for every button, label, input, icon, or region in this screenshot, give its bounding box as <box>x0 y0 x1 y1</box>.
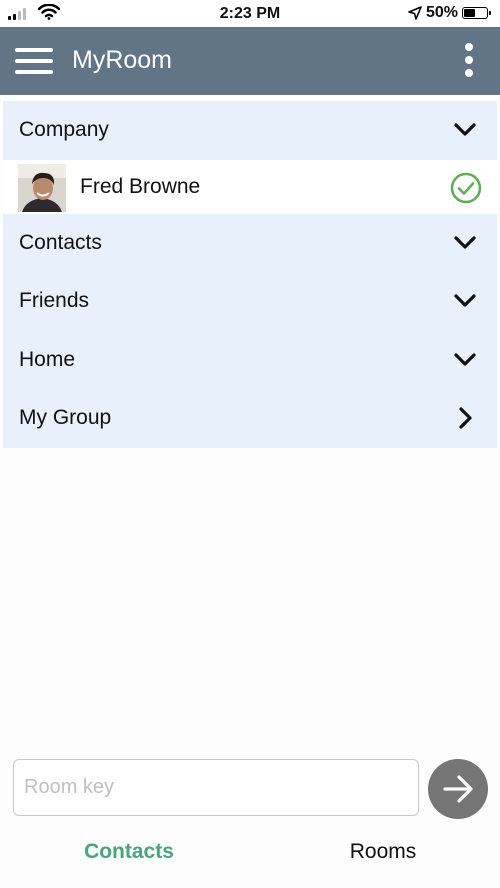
more-vertical-icon[interactable] <box>464 43 474 79</box>
status-bar: 2:23 PM 50% <box>0 0 500 27</box>
location-arrow-icon <box>408 6 422 20</box>
avatar <box>18 163 66 212</box>
room-key-input[interactable] <box>13 759 419 816</box>
group-label: Company <box>19 118 109 142</box>
chevron-down-icon <box>454 353 476 366</box>
tab-contacts[interactable]: Contacts <box>4 840 254 864</box>
tab-rooms[interactable]: Rooms <box>258 840 500 864</box>
group-row-my-group[interactable]: My Group <box>3 389 497 448</box>
arrow-right-icon <box>443 775 473 803</box>
chevron-down-icon <box>454 123 476 136</box>
battery-percent: 50% <box>425 4 458 21</box>
group-row-home[interactable]: Home <box>3 330 497 389</box>
go-button[interactable] <box>428 759 488 819</box>
contact-row-fred-browne[interactable]: Fred Browne <box>3 159 497 214</box>
battery-icon <box>462 7 491 19</box>
chevron-right-icon <box>459 407 472 429</box>
app-bar: MyRoom <box>0 27 500 95</box>
group-row-company[interactable]: Company <box>3 101 497 160</box>
chevron-down-icon <box>454 294 476 307</box>
group-label: My Group <box>19 406 112 430</box>
group-label: Contacts <box>19 230 102 254</box>
group-label: Home <box>19 347 76 371</box>
app-title: MyRoom <box>72 46 173 74</box>
bottom-tabs: Contacts Rooms <box>0 830 500 875</box>
hamburger-menu-icon[interactable] <box>15 48 53 74</box>
group-row-friends[interactable]: Friends <box>3 272 497 331</box>
online-check-icon <box>450 172 482 203</box>
group-list: Company Fred Browne Contacts Friends Hom… <box>3 101 497 448</box>
group-row-contacts[interactable]: Contacts <box>3 213 497 272</box>
group-label: Friends <box>19 289 90 313</box>
chevron-down-icon <box>454 236 476 249</box>
contact-name: Fred Browne <box>80 174 201 198</box>
